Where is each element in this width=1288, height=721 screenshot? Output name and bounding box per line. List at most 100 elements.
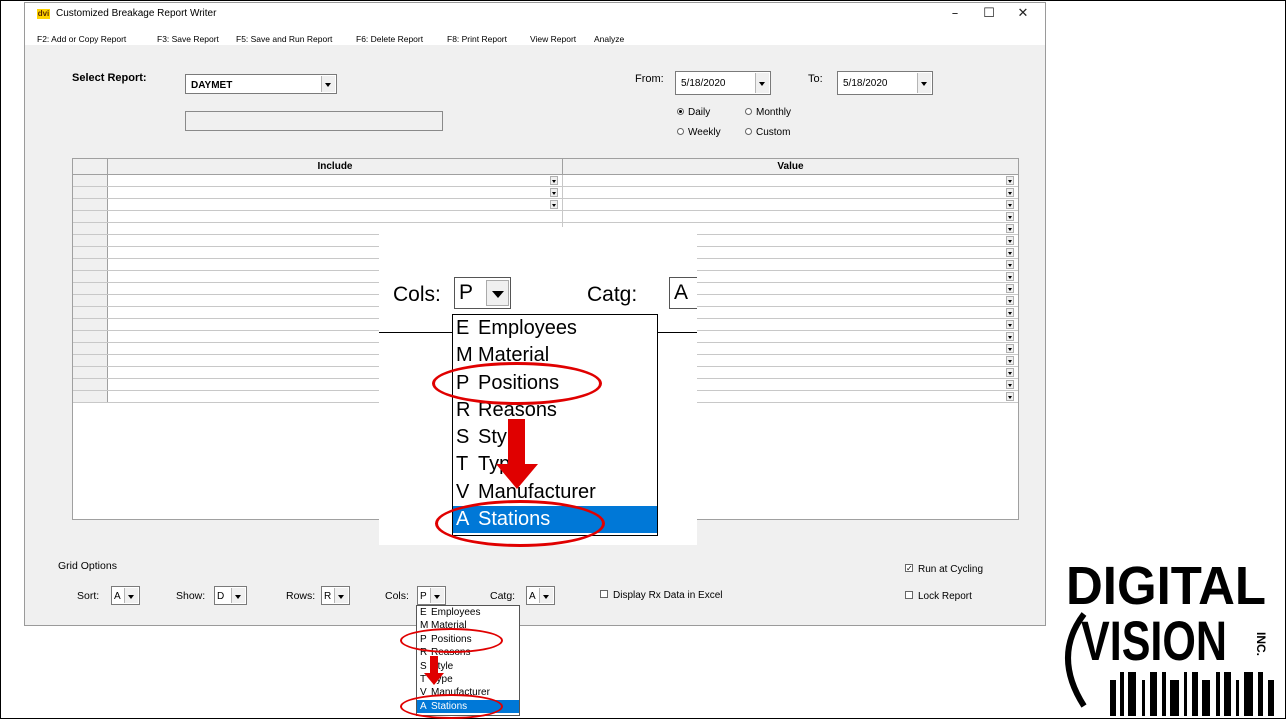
menu-delete-report[interactable]: F6: Delete Report	[356, 34, 423, 44]
select-report-label: Select Report:	[72, 72, 147, 84]
chevron-down-icon[interactable]	[1006, 200, 1014, 209]
annotation-arrow-large-shaft	[508, 419, 525, 467]
radio-daily[interactable]: Daily	[677, 107, 710, 118]
select-report-value: DAYMET	[191, 80, 233, 91]
select-report-dropdown[interactable]: DAYMET	[185, 74, 337, 94]
cols-dropdown[interactable]: P	[417, 586, 446, 605]
include-cell[interactable]	[107, 211, 563, 222]
table-row[interactable]	[73, 199, 1018, 211]
chevron-down-icon	[321, 76, 335, 92]
grid-header-include[interactable]: Include	[108, 159, 563, 175]
chevron-down-icon[interactable]	[1006, 188, 1014, 197]
table-row[interactable]	[73, 187, 1018, 199]
include-cell[interactable]	[107, 199, 563, 210]
report-description-field[interactable]	[185, 111, 443, 131]
logo-bar	[1120, 672, 1124, 716]
radio-monthly-label: Monthly	[756, 107, 792, 118]
logo-bar	[1150, 672, 1157, 716]
chevron-down-icon	[539, 588, 553, 603]
menu-analyze[interactable]: Analyze	[594, 34, 624, 44]
row-header	[73, 187, 108, 198]
chevron-down-icon[interactable]	[1006, 176, 1014, 185]
menu-save-run-report[interactable]: F5: Save and Run Report	[236, 34, 332, 44]
callout-options: E Employees M Material P Positions R Reasons S St…	[453, 315, 657, 534]
chevron-down-icon[interactable]	[1006, 260, 1014, 269]
radio-weekly-label: Weekly	[688, 127, 721, 138]
row-header	[73, 307, 108, 318]
callout-divider	[379, 332, 454, 333]
menu-save-report[interactable]: F3: Save Report	[157, 34, 219, 44]
cols-label: Cols:	[385, 590, 409, 602]
callout-cols-label: Cols:	[393, 283, 441, 306]
grid-header-value[interactable]: Value	[563, 159, 1018, 175]
radio-weekly[interactable]: Weekly	[677, 127, 721, 138]
chevron-down-icon[interactable]	[1006, 368, 1014, 377]
chevron-down-icon[interactable]	[1006, 224, 1014, 233]
chevron-down-icon[interactable]	[1006, 392, 1014, 401]
annotation-circle-stations-small	[400, 694, 503, 719]
maximize-button[interactable]: ☐	[974, 3, 1004, 25]
chevron-down-icon	[486, 280, 509, 306]
rows-value: R	[324, 591, 332, 602]
chevron-down-icon[interactable]	[1006, 236, 1014, 245]
radio-custom[interactable]: Custom	[745, 127, 790, 138]
row-header	[73, 331, 108, 342]
annotation-arrow-small-shaft	[430, 656, 438, 674]
minimize-button[interactable]: –	[940, 3, 970, 25]
chevron-down-icon[interactable]	[550, 200, 558, 209]
from-label: From:	[635, 73, 664, 85]
chevron-down-icon[interactable]	[1006, 356, 1014, 365]
chevron-down-icon	[124, 588, 138, 603]
logo-bar	[1162, 672, 1166, 716]
show-dropdown[interactable]: D	[214, 586, 247, 605]
include-cell[interactable]	[107, 175, 563, 186]
table-row[interactable]	[73, 211, 1018, 223]
table-row[interactable]	[73, 175, 1018, 187]
option-label: Employees	[431, 607, 481, 618]
lock-report-checkbox[interactable]: Lock Report	[905, 591, 972, 602]
digital-vision-logo: DIGITAL VISION INC.	[1065, 556, 1274, 716]
option-label: Employees	[478, 317, 577, 339]
callout-option-type[interactable]: T Type	[453, 451, 657, 478]
app-logo-icon: dvi	[37, 9, 50, 19]
radio-monthly[interactable]: Monthly	[745, 107, 791, 118]
logo-bar	[1184, 672, 1187, 716]
include-cell[interactable]	[107, 187, 563, 198]
callout-option-employees[interactable]: E Employees	[453, 315, 657, 342]
close-button[interactable]: ✕	[1008, 3, 1038, 25]
chevron-down-icon[interactable]	[1006, 296, 1014, 305]
chevron-down-icon[interactable]	[1006, 248, 1014, 257]
chevron-down-icon[interactable]	[1006, 272, 1014, 281]
logo-bar	[1224, 672, 1231, 716]
logo-bar	[1128, 672, 1136, 716]
chevron-down-icon[interactable]	[550, 188, 558, 197]
chevron-down-icon[interactable]	[1006, 380, 1014, 389]
chevron-down-icon	[430, 588, 444, 603]
run-at-cycling-checkbox[interactable]: ✓ Run at Cycling	[905, 564, 983, 575]
to-date-picker[interactable]: 5/18/2020	[837, 71, 933, 95]
menu-view-report[interactable]: View Report	[530, 34, 576, 44]
rows-dropdown[interactable]: R	[321, 586, 350, 605]
chevron-down-icon[interactable]	[1006, 212, 1014, 221]
callout-cols-value: P	[459, 281, 474, 304]
logo-word-vision: VISION	[1081, 609, 1227, 672]
chevron-down-icon[interactable]	[1006, 320, 1014, 329]
menu-bar: F2: Add or Copy Report F3: Save Report F…	[25, 25, 1045, 45]
radio-custom-label: Custom	[756, 127, 791, 138]
menu-print-report[interactable]: F8: Print Report	[447, 34, 507, 44]
chevron-down-icon[interactable]	[1006, 344, 1014, 353]
cols-option-employees[interactable]: E Employees	[417, 606, 519, 619]
catg-dropdown[interactable]: A	[526, 586, 555, 605]
chevron-down-icon[interactable]	[1006, 284, 1014, 293]
callout-option-style[interactable]: S Style	[453, 424, 657, 451]
sort-dropdown[interactable]: A	[111, 586, 140, 605]
chevron-down-icon[interactable]	[1006, 308, 1014, 317]
from-date-picker[interactable]: 5/18/2020	[675, 71, 771, 95]
chevron-down-icon[interactable]	[1006, 332, 1014, 341]
chevron-down-icon[interactable]	[550, 176, 558, 185]
radio-icon	[677, 127, 684, 135]
display-rx-checkbox[interactable]: Display Rx Data in Excel	[600, 590, 722, 601]
catg-value: A	[529, 591, 536, 602]
callout-cols-dropdown: P	[454, 277, 511, 309]
menu-add-copy-report[interactable]: F2: Add or Copy Report	[37, 34, 126, 44]
